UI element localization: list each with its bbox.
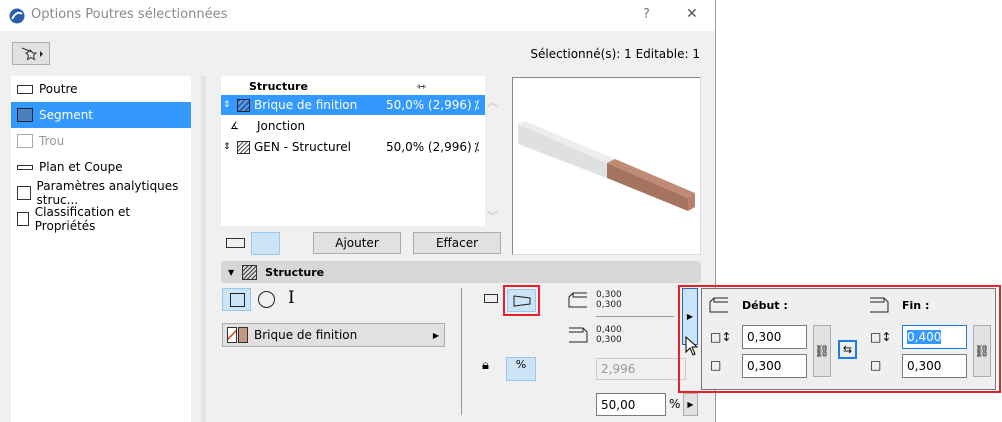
collapse-triangle-icon: ▼ [228, 267, 235, 277]
mouse-cursor-icon [685, 336, 699, 356]
sidebar-item-classification[interactable]: Classification et Propriétés [11, 205, 191, 233]
percent-menu-button[interactable]: ▶ [683, 393, 698, 416]
segment-row[interactable]: ⇕ Brique de finition 50,0% (2,996) ⁒ [221, 95, 485, 115]
structure-panel-header[interactable]: ▼ Structure [221, 261, 701, 283]
angle-icon: ∡ [230, 120, 239, 132]
joint-row[interactable]: ∡ Jonction [221, 116, 485, 136]
segment-length: 50,0% (2,996) [386, 98, 472, 112]
length-column-icon: ⇿ [417, 79, 427, 93]
start-profile-icon [568, 292, 587, 308]
height-icon: □↕ [710, 330, 732, 344]
dropdown-arrow-icon: ▶ [432, 330, 439, 340]
delete-button[interactable]: Effacer [413, 232, 501, 254]
separator [596, 316, 674, 317]
building-material-dropdown[interactable]: Brique de finition ▶ [222, 323, 445, 347]
selection-info: Sélectionné(s): 1 Editable: 1 [530, 47, 700, 61]
start-label: Début : [742, 299, 788, 312]
sidebar-item-label: Plan et Coupe [39, 160, 123, 174]
joint-name: Jonction [257, 119, 306, 133]
percent-length-button[interactable]: % [506, 357, 536, 381]
lock-length-icon[interactable]: 🔒︎ [482, 358, 489, 373]
circular-shape-button[interactable] [258, 291, 275, 308]
add-button[interactable]: Ajouter [313, 232, 401, 254]
sidebar-item-label: Classification et Propriétés [34, 205, 131, 233]
fill-pattern-icon [237, 140, 250, 154]
percent-mode-icon: ⁒ [474, 140, 480, 154]
close-button[interactable]: ✕ [686, 6, 698, 22]
reorder-handle-icon[interactable]: ⇕ [223, 142, 233, 152]
sidebar-item-label: Paramètres analytiques struc... [36, 179, 179, 207]
title-bar: Options Poutres sélectionnées ? ✕ [0, 0, 715, 31]
end-profile-icon [870, 297, 889, 313]
tapered-section-highlight [503, 285, 540, 316]
start-height-field[interactable]: 0,300 [742, 325, 807, 349]
multi-segment-view-button[interactable] [251, 232, 280, 255]
segment-row[interactable]: ⇕ GEN - Structurel 50,0% (2,996) ⁒ [221, 137, 485, 157]
width-icon: □ [870, 358, 882, 372]
segment-list-header: Structure ⇿ [221, 76, 485, 96]
sidebar-item-segment[interactable]: Segment [11, 102, 191, 128]
width-icon: □ [710, 358, 722, 372]
tapered-section-button[interactable] [507, 289, 536, 312]
document-icon [17, 212, 29, 226]
sidebar-item-label: Poutre [39, 82, 78, 96]
start-link-button[interactable]: ⛓ [813, 325, 831, 377]
structure-panel-title: Structure [265, 265, 325, 279]
uniform-section-button[interactable] [484, 294, 498, 303]
sidebar-item-label: Trou [39, 134, 65, 148]
end-link-button[interactable]: ⛓ [973, 325, 991, 377]
material-cut-icon [227, 327, 237, 343]
segment-name: Brique de finition [254, 98, 358, 112]
material-name: Brique de finition [254, 328, 358, 342]
divider [461, 288, 462, 415]
end-height-field[interactable]: 0,400 [902, 325, 967, 349]
window-title: Options Poutres sélectionnées [31, 7, 228, 22]
segment-icon [17, 108, 33, 122]
segment-length: 50,0% (2,996) [386, 140, 472, 154]
start-width-field[interactable]: 0,300 [742, 354, 807, 378]
end-label: Fin : [902, 299, 930, 312]
percent-unit: % [669, 397, 681, 411]
reorder-handle-icon[interactable]: ⇕ [223, 100, 233, 110]
segment-name: GEN - Structurel [254, 140, 351, 154]
profile-shape-button[interactable]: I [288, 288, 295, 308]
analytic-icon [17, 186, 31, 200]
fill-pattern-icon [237, 98, 250, 112]
end-width-field[interactable]: 0,300 [902, 354, 967, 378]
start-profile-icon [709, 297, 728, 313]
sidebar-item-analytique[interactable]: Paramètres analytiques struc... [11, 179, 191, 207]
percent-mode-icon: ⁒ [474, 98, 480, 112]
sidebar-item-plan-coupe[interactable]: Plan et Coupe [11, 154, 191, 180]
swap-button[interactable]: ⇆ [838, 340, 857, 359]
scroll-down-icon[interactable]: ﹀ [487, 208, 498, 224]
percent-field[interactable]: 50,00 [596, 393, 666, 416]
scroll-up-icon[interactable]: ︿ [487, 94, 498, 110]
sidebar-item-trou[interactable]: Trou [11, 128, 191, 154]
end-height-selected-text: 0,400 [907, 330, 942, 344]
height-icon: □↕ [870, 330, 892, 344]
material-surface-icon [238, 327, 248, 343]
end-profile-icon [569, 327, 588, 343]
sidebar-item-poutre[interactable]: Poutre [11, 76, 191, 102]
rectangular-shape-button[interactable] [222, 288, 251, 311]
beam-icon [17, 84, 33, 94]
panel-splitter[interactable] [201, 76, 206, 422]
structure-pattern-icon [242, 264, 258, 280]
help-button[interactable]: ? [643, 7, 650, 22]
sidebar-item-label: Segment [39, 108, 93, 122]
hole-icon [17, 134, 33, 148]
start-values: 0,300 0,300 [596, 290, 622, 310]
single-segment-view-button[interactable] [226, 238, 245, 248]
column-header-structure: Structure [249, 79, 308, 93]
tapered-icon [513, 294, 530, 307]
plan-section-icon [17, 164, 33, 170]
favorites-star-icon [21, 47, 43, 61]
archicad-logo-icon [9, 8, 25, 24]
beam-preview-image [518, 121, 695, 211]
end-values: 0,400 0,300 [596, 325, 622, 345]
3d-preview [512, 77, 701, 255]
length-field: 2,996 [596, 358, 686, 380]
favorites-button[interactable] [12, 42, 50, 65]
